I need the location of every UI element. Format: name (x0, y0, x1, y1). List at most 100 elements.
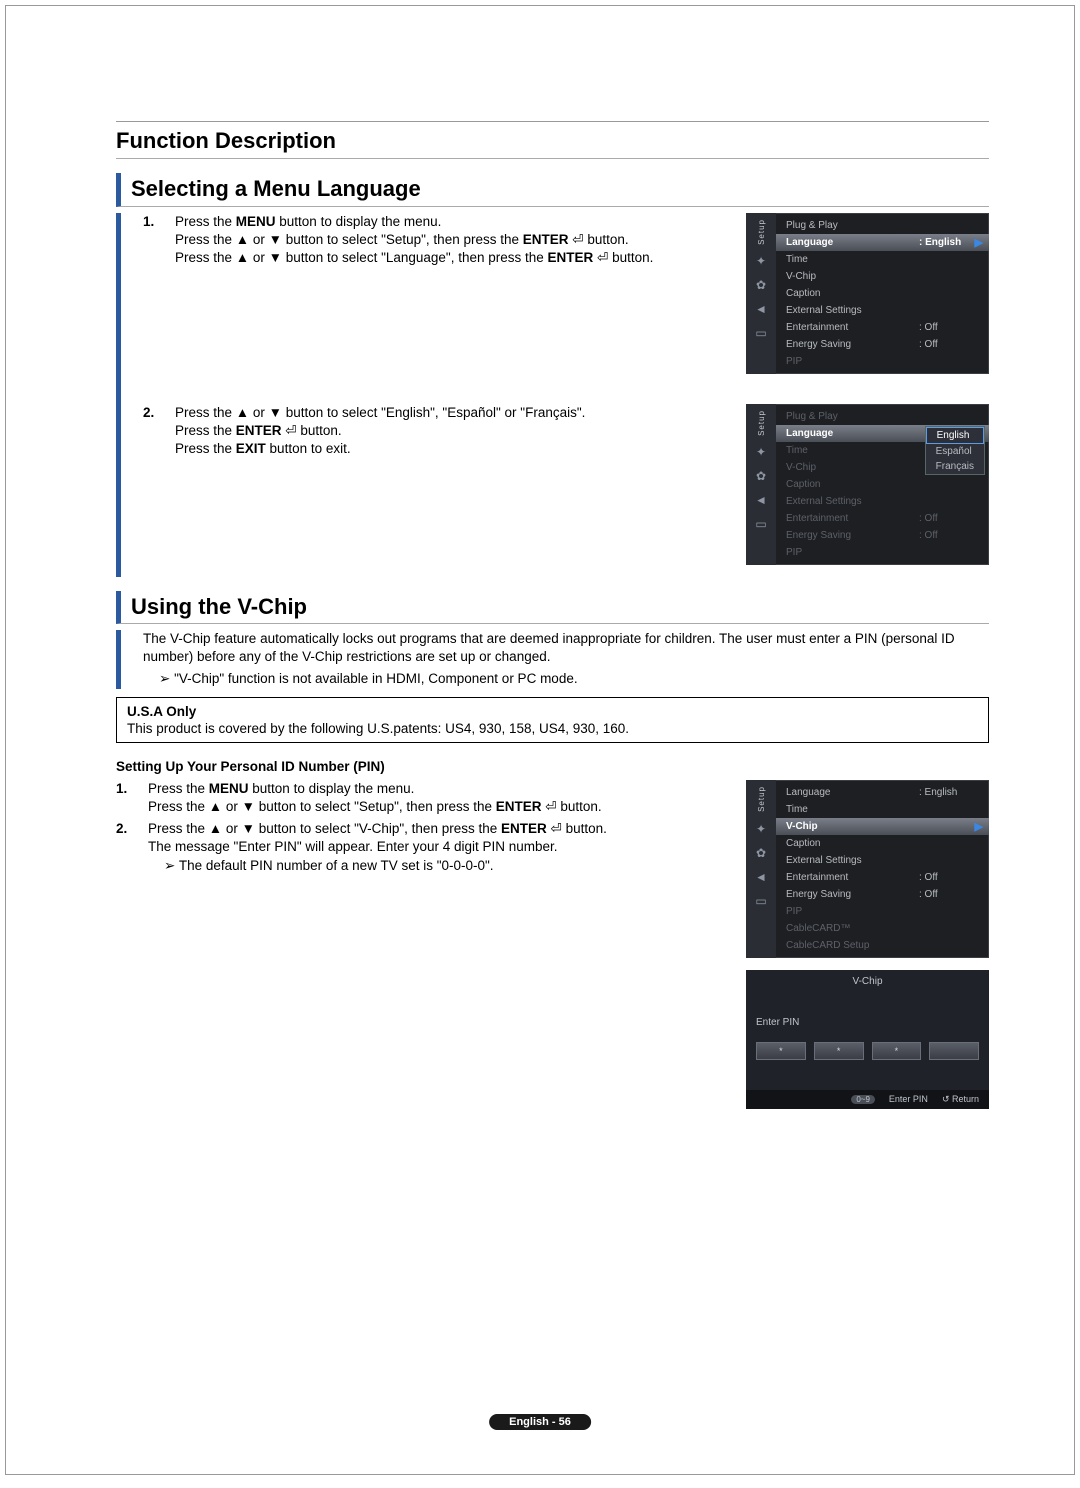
step-text: Press the ▲ or ▼ button to select "Engli… (175, 404, 585, 422)
chevron-right-icon: ▶ (975, 820, 983, 833)
osd-item-label: CableCARD Setup (786, 940, 919, 951)
osd-row[interactable]: Energy Saving: Off (776, 527, 989, 544)
section-vchip: Using the V-Chip (116, 591, 989, 625)
pin-digit-box[interactable]: * (756, 1042, 806, 1060)
signal-icon: ◄ (755, 493, 767, 507)
osd-row[interactable]: CableCARD™ (776, 920, 989, 937)
osd-item-label: PIP (786, 906, 919, 917)
osd-row[interactable]: External Settings (776, 852, 989, 869)
usa-only-body: This product is covered by the following… (127, 721, 978, 736)
step-text: The message "Enter PIN" will appear. Ent… (148, 838, 607, 856)
osd-row[interactable]: Language: English▶ (776, 234, 989, 251)
osd-row[interactable]: External Settings (776, 493, 989, 510)
pin-digit-box[interactable] (929, 1042, 979, 1060)
tab-label: Setup (757, 219, 766, 245)
language-option[interactable]: Français (926, 459, 984, 474)
osd-row[interactable]: Caption (776, 285, 989, 302)
osd-item-label: Time (786, 445, 919, 456)
instruction-step: 2. Press the ▲ or ▼ button to select "Eng… (143, 404, 732, 459)
vchip-note: "V-Chip" function is not available in HD… (143, 670, 989, 688)
osd-row[interactable]: Time (776, 801, 989, 818)
osd-item-label: Entertainment (786, 872, 919, 883)
osd-item-label: Entertainment (786, 513, 919, 524)
osd-item-label: Caption (786, 479, 919, 490)
step-text: Press the ▲ or ▼ button to select "Setup… (175, 231, 653, 249)
osd-row[interactable]: Entertainment: Off (776, 869, 989, 886)
osd-row[interactable]: Entertainment: Off (776, 510, 989, 527)
osd-row[interactable]: Caption (776, 835, 989, 852)
osd-language-dropdown: Setup ✦ ✿ ◄ ▭ Plug & PlayLanguage▶TimeV-… (746, 404, 989, 565)
osd-row[interactable]: V-Chip (776, 268, 989, 285)
osd-item-value: : Off (919, 530, 979, 541)
step-number: 1. (143, 213, 163, 268)
osd-row[interactable]: Caption (776, 476, 989, 493)
vchip-intro: The V-Chip feature automatically locks o… (143, 630, 989, 666)
step-text: Press the MENU button to display the men… (175, 213, 653, 231)
step-number: 1. (116, 780, 136, 816)
chevron-right-icon: ▶ (975, 236, 983, 249)
osd-row[interactable]: Energy Saving: Off (776, 886, 989, 903)
tab-label: Setup (757, 410, 766, 436)
osd-setup-language: Setup ✦ ✿ ◄ ▭ Plug & PlayLanguage: Engli… (746, 213, 989, 374)
pin-digit-box[interactable]: * (814, 1042, 864, 1060)
osd-item-label: Entertainment (786, 322, 919, 333)
osd-row[interactable]: Plug & Play (776, 408, 989, 425)
tab-label: Setup (757, 786, 766, 812)
language-option[interactable]: Español (926, 444, 984, 459)
osd-item-label: Energy Saving (786, 889, 919, 900)
osd-item-label: Plug & Play (786, 411, 919, 422)
osd-row[interactable]: Language: English (776, 784, 989, 801)
osd-item-label: Plug & Play (786, 220, 919, 231)
osd-row[interactable]: PIP (776, 903, 989, 920)
screen-icon: ▭ (755, 517, 766, 531)
pin-digit-box[interactable]: * (872, 1042, 922, 1060)
step-note: The default PIN number of a new TV set i… (148, 857, 607, 875)
osd-row[interactable]: External Settings (776, 302, 989, 319)
signal-icon: ◄ (755, 870, 767, 884)
osd-row[interactable]: PIP (776, 544, 989, 561)
gear-icon: ✿ (756, 469, 766, 483)
osd-item-label: V-Chip (786, 821, 919, 832)
osd-row[interactable]: Time (776, 251, 989, 268)
osd-item-value: : Off (919, 872, 979, 883)
language-option[interactable]: English (926, 427, 984, 444)
osd-item-label: Time (786, 804, 919, 815)
osd-item-label: Language (786, 237, 919, 248)
osd-row[interactable]: Plug & Play (776, 217, 989, 234)
step-text: Press the ▲ or ▼ button to select "Setup… (148, 798, 602, 816)
osd-item-label: Energy Saving (786, 530, 919, 541)
osd-row[interactable]: Energy Saving: Off (776, 336, 989, 353)
osd-row[interactable]: CableCARD Setup (776, 937, 989, 954)
pin-footer-label: Enter PIN (889, 1094, 928, 1104)
section-selecting-language: Selecting a Menu Language (116, 173, 989, 207)
step-number: 2. (143, 404, 163, 459)
step-text: Press the MENU button to display the men… (148, 780, 602, 798)
instruction-step: 2. Press the ▲ or ▼ button to select "V-C… (116, 820, 732, 875)
usa-only-box: U.S.A Only This product is covered by th… (116, 697, 989, 743)
return-button[interactable]: Return (942, 1094, 979, 1105)
instruction-step: 1. Press the MENU button to display the m… (116, 780, 732, 816)
step-number: 2. (116, 820, 136, 875)
osd-item-value: : Off (919, 339, 979, 350)
gear-icon: ✿ (756, 278, 766, 292)
pin-range-pill: 0~9 (851, 1095, 875, 1104)
osd-item-label: V-Chip (786, 271, 919, 282)
osd-row[interactable]: PIP (776, 353, 989, 370)
step-text: Press the ▲ or ▼ button to select "Langu… (175, 249, 653, 267)
osd-item-value: : English (919, 237, 979, 248)
osd-row[interactable]: V-Chip ▶ (776, 818, 989, 835)
vchip-pin-panel: V-Chip Enter PIN *** 0~9 Enter PIN Retur… (746, 970, 989, 1109)
osd-row[interactable]: Entertainment: Off (776, 319, 989, 336)
step-text: Press the ENTER ⏎ button. (175, 422, 585, 440)
function-description-header: Function Description (116, 128, 989, 159)
osd-item-label: External Settings (786, 855, 919, 866)
usa-only-title: U.S.A Only (127, 704, 978, 719)
osd-item-value: : Off (919, 889, 979, 900)
gear-icon: ✿ (756, 846, 766, 860)
language-dropdown[interactable]: EnglishEspañolFrançais (925, 426, 985, 475)
osd-item-value: : Off (919, 513, 979, 524)
osd-item-value: : Off (919, 322, 979, 333)
step-text: Press the ▲ or ▼ button to select "V-Chi… (148, 820, 607, 838)
signal-icon: ◄ (755, 302, 767, 316)
osd-item-label: Caption (786, 838, 919, 849)
